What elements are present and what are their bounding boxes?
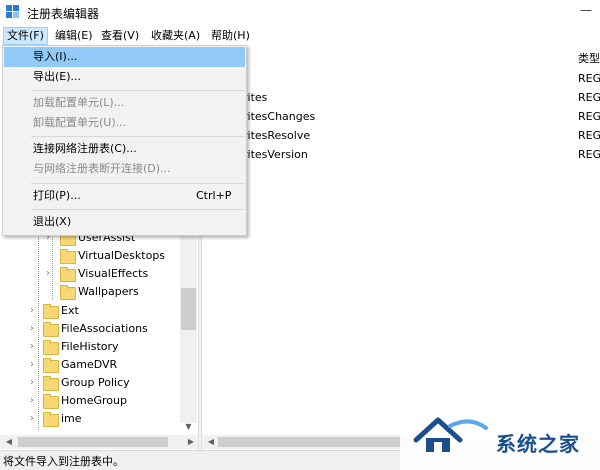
chevron-right-icon[interactable]: › (27, 410, 37, 428)
tree-item[interactable]: › Group Policy (0, 374, 180, 392)
chevron-right-icon[interactable]: › (27, 374, 37, 392)
menu-item-label: 导出(E)... (33, 70, 82, 83)
minimize-button[interactable]: — (576, 3, 596, 21)
menu-help[interactable]: 帮助(H) (208, 28, 253, 44)
tree-item-label: HomeGroup (61, 394, 127, 407)
folder-icon (43, 322, 59, 337)
tree-item[interactable]: › HomeGroup (0, 392, 180, 410)
menu-separator (31, 183, 245, 184)
tree-item[interactable]: › VisualEffects (0, 265, 180, 283)
chevron-right-icon[interactable]: › (27, 392, 37, 410)
column-header-type[interactable]: 类型 (578, 50, 600, 66)
tree-item[interactable]: › FileAssociations (0, 320, 180, 338)
folder-icon (43, 340, 59, 355)
tree-item[interactable]: › ime (0, 410, 180, 428)
menu-favorites[interactable]: 收藏夹(A) (148, 28, 203, 44)
menu-item-exit[interactable]: 退出(X) (4, 212, 245, 232)
value-type: REG (578, 148, 600, 161)
tree-item[interactable]: VirtualDesktops (0, 247, 180, 265)
menu-item-label: 连接网络注册表(C)... (33, 142, 137, 155)
registry-value-list[interactable] (202, 46, 600, 436)
value-type: REG (578, 91, 600, 104)
scroll-left-arrow-icon[interactable]: ◀ (2, 435, 16, 449)
folder-icon (60, 267, 76, 282)
value-type: REG (578, 110, 600, 123)
watermark-text: 系统之家 (496, 432, 580, 456)
tree-item-label: VisualEffects (78, 267, 149, 280)
folder-icon (43, 304, 59, 319)
menu-item-unload-hive[interactable]: 卸载配置单元(U)... (4, 113, 245, 133)
folder-icon (43, 394, 59, 409)
menu-item-print[interactable]: 打印(P)... Ctrl+P (4, 186, 245, 206)
folder-icon (43, 358, 59, 373)
tree-item-label: FileHistory (61, 340, 119, 353)
list-hscroll-thumb[interactable] (218, 437, 408, 447)
tree-scroll-thumb[interactable] (181, 288, 196, 330)
tree-item-label: Ext (61, 304, 79, 317)
folder-icon (43, 412, 59, 427)
tree-hscroll-thumb[interactable] (18, 437, 168, 447)
tree-item[interactable]: › FileHistory (0, 338, 180, 356)
tree-item-label: FileAssociations (61, 322, 148, 335)
tree-item-label: ime (61, 412, 82, 425)
value-name[interactable]: ritesResolve (243, 129, 310, 142)
menu-separator (31, 136, 245, 137)
menu-item-connect-network-registry[interactable]: 连接网络注册表(C)... (4, 139, 245, 159)
menu-item-export[interactable]: 导出(E)... (4, 67, 245, 87)
value-name[interactable]: ritesChanges (243, 110, 315, 123)
menu-item-label: 导入(I)... (33, 50, 78, 63)
scroll-down-arrow-icon[interactable]: ▼ (180, 419, 197, 435)
menu-bar: 文件(F) 编辑(E) 查看(V) 收藏夹(A) 帮助(H) (0, 26, 600, 46)
menu-item-label: 加载配置单元(L)... (33, 96, 125, 109)
menu-item-disconnect-network-registry[interactable]: 与网络注册表断开连接(D)... (4, 159, 245, 179)
tree-item[interactable]: › GameDVR (0, 356, 180, 374)
scroll-right-arrow-icon[interactable]: ▶ (184, 435, 198, 449)
value-name[interactable]: ritesVersion (243, 148, 308, 161)
menu-view[interactable]: 查看(V) (98, 28, 142, 44)
value-type: REG (578, 72, 600, 85)
tree-item[interactable]: › Ext (0, 302, 180, 320)
folder-icon (43, 376, 59, 391)
menu-item-load-hive[interactable]: 加载配置单元(L)... (4, 93, 245, 113)
window-title: 注册表编辑器 (27, 7, 100, 21)
scroll-left-arrow-icon[interactable]: ◀ (204, 435, 218, 449)
folder-icon (60, 285, 76, 300)
menu-separator (31, 90, 245, 91)
chevron-right-icon[interactable]: › (27, 320, 37, 338)
menu-item-label: 卸载配置单元(U)... (33, 116, 127, 129)
value-type: REG (578, 129, 600, 142)
status-text: 将文件导入到注册表中。 (3, 455, 124, 468)
menu-item-shortcut: Ctrl+P (196, 189, 232, 202)
tree-item-label: VirtualDesktops (78, 249, 166, 262)
menu-item-label: 退出(X) (33, 215, 72, 228)
menu-item-label: 与网络注册表断开连接(D)... (33, 162, 171, 175)
menu-edit[interactable]: 编辑(E) (52, 28, 96, 44)
house-logo-icon (413, 417, 488, 452)
tree-item-label: GameDVR (61, 358, 118, 371)
chevron-right-icon[interactable]: › (27, 338, 37, 356)
chevron-right-icon[interactable]: › (43, 265, 53, 283)
file-dropdown-menu: 导入(I)... 导出(E)... 加载配置单元(L)... 卸载配置单元(U)… (2, 45, 247, 236)
folder-icon (60, 249, 76, 264)
tree-item[interactable]: Wallpapers (0, 283, 180, 301)
tree-item-label: Group Policy (61, 376, 130, 389)
menu-item-label: 打印(P)... (33, 189, 81, 202)
menu-file[interactable]: 文件(F) (3, 27, 48, 45)
menu-separator (31, 209, 245, 210)
tree-item-label: Wallpapers (78, 285, 139, 298)
chevron-right-icon[interactable]: › (27, 302, 37, 320)
menu-item-import[interactable]: 导入(I)... (4, 47, 245, 67)
regedit-app-icon (6, 5, 19, 18)
chevron-right-icon[interactable]: › (27, 356, 37, 374)
